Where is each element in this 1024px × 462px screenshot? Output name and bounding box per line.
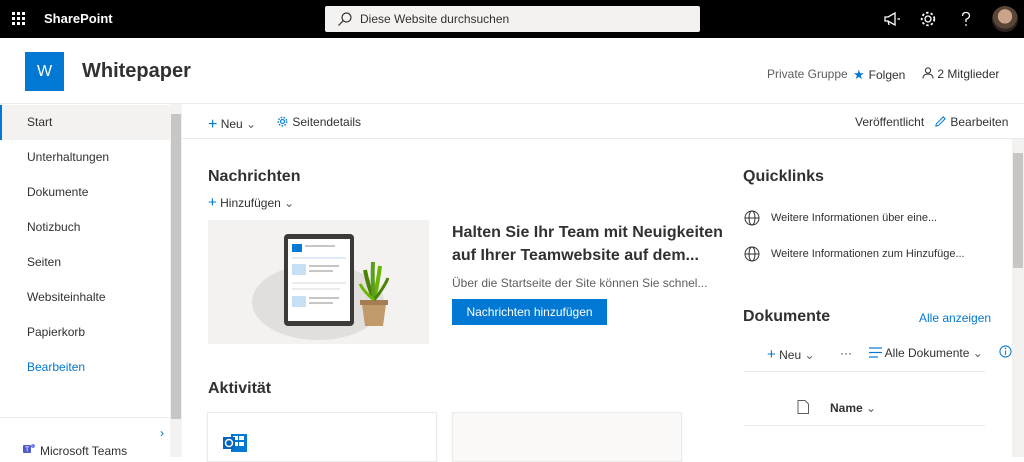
nav-item-papierkorb[interactable]: Papierkorb: [0, 315, 170, 350]
nav-item-websiteinhalte[interactable]: Websiteinhalte: [0, 280, 170, 315]
news-add-label: Hinzufügen: [220, 196, 281, 210]
follow-label: Folgen: [868, 68, 906, 82]
published-status: Veröffentlicht: [855, 115, 925, 129]
divider: [744, 425, 985, 426]
page-details-label: Seitendetails: [292, 115, 362, 129]
gear-icon: [277, 116, 288, 127]
search-placeholder: Diese Website durchsuchen: [360, 12, 510, 26]
new-label: Neu: [220, 117, 243, 131]
activity-heading: Aktivität: [208, 380, 272, 397]
new-button[interactable]: + Neu ⌄: [208, 115, 256, 133]
page-details-button[interactable]: Seitendetails: [276, 115, 361, 129]
nav-item-dokumente[interactable]: Dokumente: [0, 175, 170, 210]
info-icon[interactable]: [999, 345, 1012, 358]
avatar[interactable]: [992, 6, 1018, 32]
site-title[interactable]: Whitepaper: [82, 60, 191, 83]
news-hero-title: Halten Sie Ihr Team mit Neuigkeiten auf …: [452, 224, 723, 264]
activity-card-placeholder[interactable]: [452, 412, 682, 462]
news-heading: Nachrichten: [208, 168, 301, 185]
group-type-label: Private Gruppe: [767, 67, 848, 81]
nav-item-start[interactable]: Start: [0, 105, 170, 140]
search-icon: [338, 12, 352, 26]
help-icon[interactable]: [956, 9, 976, 29]
person-icon: [922, 67, 934, 79]
globe-icon: [744, 246, 760, 262]
waffle-icon[interactable]: [12, 12, 26, 26]
view-label: Alle Dokumente: [884, 346, 970, 360]
site-logo[interactable]: W: [25, 52, 64, 91]
plus-icon: +: [208, 194, 217, 211]
more-options-button[interactable]: ···: [840, 346, 852, 360]
list-view-icon: [869, 347, 882, 358]
column-name-label: Name: [830, 401, 863, 415]
chevron-down-icon: ⌄: [972, 346, 983, 360]
documents-new-label: Neu: [779, 348, 802, 362]
globe-icon: [744, 210, 760, 226]
nav-item-seiten[interactable]: Seiten: [0, 245, 170, 280]
see-all-link[interactable]: Alle anzeigen: [919, 311, 991, 325]
nav-item-unterhaltungen[interactable]: Unterhaltungen: [0, 140, 170, 175]
settings-gear-icon[interactable]: [918, 9, 938, 29]
tablet-plant-illustration: [252, 234, 390, 340]
plus-icon: +: [208, 116, 218, 133]
members-label: 2 Mitglieder: [937, 67, 1000, 81]
outlook-icon: [223, 434, 247, 452]
chevron-down-icon: ⌄: [284, 196, 295, 210]
chevron-down-icon: ⌄: [866, 401, 877, 415]
view-selector[interactable]: Alle Dokumente ⌄: [869, 346, 983, 360]
quicklink-label: Weitere Informationen über eine...: [771, 212, 938, 224]
documents-new-button[interactable]: + Neu ⌄: [767, 346, 815, 363]
follow-button[interactable]: ★ Folgen: [853, 67, 905, 83]
add-news-button[interactable]: Nachrichten hinzufügen: [452, 299, 607, 325]
left-navigation: Start Unterhaltungen Dokumente Notizbuch…: [0, 104, 182, 458]
svg-text:T: T: [25, 447, 30, 454]
nav-item-notizbuch[interactable]: Notizbuch: [0, 210, 170, 245]
teams-label: Microsoft Teams: [40, 444, 128, 458]
chevron-right-icon[interactable]: ›: [160, 426, 164, 440]
edit-label: Bearbeiten: [950, 115, 1009, 129]
plus-icon: +: [767, 346, 776, 363]
news-add-button[interactable]: + Hinzufügen ⌄: [208, 194, 294, 211]
documents-heading: Dokumente: [743, 308, 831, 325]
quicklinks-heading: Quicklinks: [743, 168, 824, 185]
news-illustration: [208, 220, 429, 344]
site-header: W Whitepaper Private Gruppe ★ Folgen 2 Mi…: [0, 38, 1024, 104]
nav-scrollbar[interactable]: [170, 104, 182, 457]
suite-bar: SharePoint Diese Website durchsuchen: [0, 0, 1024, 38]
search-box[interactable]: Diese Website durchsuchen: [325, 6, 700, 32]
column-header-name[interactable]: Name ⌄: [830, 401, 876, 415]
activity-card[interactable]: [207, 412, 437, 462]
app-name[interactable]: SharePoint: [44, 11, 113, 26]
teams-icon: T: [23, 444, 35, 454]
nav-edit-link[interactable]: Bearbeiten: [0, 350, 170, 385]
teams-footer[interactable]: › T Microsoft Teams: [0, 417, 170, 458]
chevron-down-icon: ⌄: [246, 117, 257, 131]
divider: [744, 371, 985, 372]
chevron-down-icon: ⌄: [804, 348, 815, 362]
edit-button[interactable]: Bearbeiten: [934, 115, 1008, 129]
megaphone-icon[interactable]: [882, 9, 902, 29]
pencil-icon: [935, 116, 946, 127]
main-scrollbar[interactable]: [1012, 139, 1024, 457]
news-hero-description: Über die Startseite der Site können Sie …: [452, 276, 708, 290]
quicklink-label: Weitere Informationen zum Hinzufüge...: [771, 248, 965, 260]
file-type-icon: [797, 400, 809, 414]
command-bar: + Neu ⌄ Seitendetails Veröffentlicht Bea…: [182, 104, 1024, 139]
members-button[interactable]: 2 Mitglieder: [922, 67, 999, 81]
star-icon: ★: [853, 67, 865, 82]
